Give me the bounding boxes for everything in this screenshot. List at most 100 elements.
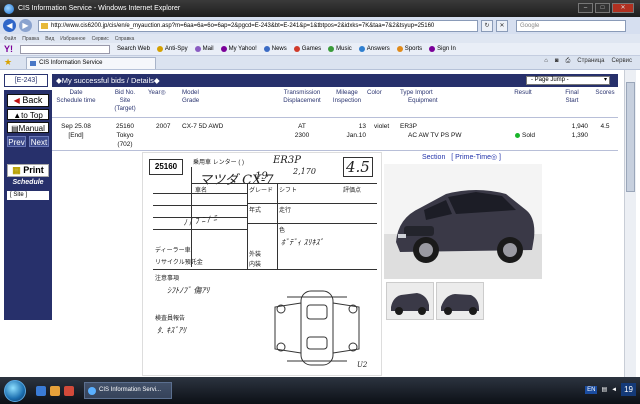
header-transmission: Transmission Displacement bbox=[283, 89, 321, 104]
suv-thumb-icon bbox=[387, 283, 433, 319]
refresh-icon[interactable]: ↻ bbox=[481, 19, 493, 32]
header-model: Model Grade bbox=[182, 89, 200, 104]
back-nav-button[interactable]: ◀ bbox=[3, 19, 16, 32]
tab-cis[interactable]: CIS Information Service bbox=[26, 56, 157, 69]
header-year[interactable]: Year◎ bbox=[148, 89, 178, 97]
clock[interactable]: 19 bbox=[621, 383, 636, 396]
row-type: ER3P AC AW TV PS PW bbox=[400, 123, 462, 139]
forward-nav-button[interactable]: ▶ bbox=[19, 19, 32, 32]
url-input[interactable]: http://www.cis6200.jp/cis/en/e_myauction… bbox=[38, 19, 478, 32]
menu-file[interactable]: Файл bbox=[4, 36, 16, 42]
page-jump-select[interactable]: - Page Jump - ▾ bbox=[526, 76, 610, 85]
page-code: [E-243] bbox=[4, 74, 48, 87]
sheet-rule bbox=[153, 269, 377, 270]
close-button[interactable]: ✕ bbox=[612, 3, 634, 13]
sheet-rule bbox=[247, 223, 377, 224]
prev-button[interactable]: Prev bbox=[7, 136, 26, 147]
row-date: Sep 25.08 [End] bbox=[61, 123, 91, 139]
to-top-button[interactable]: ▲to Top bbox=[7, 109, 49, 120]
suv-thumb-icon bbox=[437, 283, 483, 319]
taskbar-item-ie[interactable]: CIS Information Servi... bbox=[84, 382, 172, 399]
tools-menu[interactable]: Сервис bbox=[611, 58, 632, 65]
page-menu[interactable]: Страница bbox=[577, 58, 604, 65]
section-link[interactable]: Section bbox=[422, 154, 445, 161]
yahoo-logo[interactable]: Y! bbox=[4, 44, 13, 54]
yahoo-search-input[interactable] bbox=[20, 44, 110, 54]
menu-tools[interactable]: Сервис bbox=[92, 36, 109, 42]
system-tray: EN ▤ ◄ 19 bbox=[585, 383, 636, 396]
minimize-button[interactable]: – bbox=[578, 3, 593, 13]
toolbar-sign-in[interactable]: Sign In bbox=[429, 46, 456, 52]
next-button[interactable]: Next bbox=[29, 136, 49, 147]
stop-icon[interactable]: ✕ bbox=[496, 19, 508, 32]
home-icon[interactable]: ⌂ bbox=[544, 58, 548, 65]
prime-time-link[interactable]: [ Prime-Time◎ ] bbox=[451, 154, 501, 161]
sheet-label-interior: 内装 bbox=[249, 262, 262, 268]
menu-view[interactable]: Вид bbox=[45, 36, 54, 42]
menu-edit[interactable]: Правка bbox=[22, 36, 39, 42]
sold-status-icon bbox=[514, 132, 520, 138]
toolbar-my-yahoo[interactable]: My Yahoo! bbox=[220, 46, 257, 52]
menu-favorites[interactable]: Избранное bbox=[60, 36, 85, 42]
car-photo-main[interactable] bbox=[384, 164, 542, 279]
scrollbar-thumb[interactable] bbox=[626, 82, 635, 192]
user-icon bbox=[429, 46, 436, 52]
sheet-handwriting: ﾉ / ﾌ ﾆ / ﾆ bbox=[182, 213, 218, 228]
header-final: Final Start bbox=[565, 89, 579, 104]
favorites-star-icon[interactable]: ★ bbox=[4, 57, 12, 68]
sheet-label-exterior: 外装 bbox=[249, 252, 262, 258]
page-scrollbar[interactable] bbox=[624, 70, 636, 377]
toolbar-sports[interactable]: Sports bbox=[396, 46, 422, 52]
toolbar-anti-spy[interactable]: Anti-Spy bbox=[156, 46, 188, 52]
window-title: CIS Information Service - Windows Intern… bbox=[18, 5, 181, 12]
sheet-rule bbox=[247, 203, 377, 204]
start-button[interactable] bbox=[4, 379, 26, 402]
car-diagram-icon bbox=[274, 290, 360, 366]
sheet-year-hand: 19 bbox=[255, 171, 268, 182]
auction-sheet-image[interactable]: 25160 乗用車 レンター ( ) ER3P マツダ CX-7 19 4.5 … bbox=[142, 152, 382, 376]
header-result: Result bbox=[514, 89, 532, 96]
folder-quicklaunch-icon[interactable] bbox=[50, 385, 60, 396]
header-scores: Scores bbox=[595, 89, 615, 96]
car-thumbnail-rear[interactable] bbox=[436, 282, 484, 320]
sheet-label-year: 年式 bbox=[249, 208, 262, 214]
language-indicator[interactable]: EN bbox=[585, 385, 598, 394]
sheet-model-hand: ER3P bbox=[273, 155, 301, 166]
print-icon[interactable]: ⎙ bbox=[565, 58, 570, 65]
media-quicklaunch-icon[interactable] bbox=[64, 385, 74, 396]
feeds-icon[interactable]: ◙ bbox=[555, 58, 559, 65]
toolbar-games[interactable]: Games bbox=[293, 46, 321, 52]
network-icon[interactable]: ▤ bbox=[601, 386, 607, 393]
schedule-link[interactable]: Schedule bbox=[4, 179, 52, 186]
manual-button[interactable]: ▤Manual bbox=[7, 122, 49, 133]
menu-help[interactable]: Справка bbox=[115, 36, 135, 42]
row-transmission: AT 2300 bbox=[294, 123, 310, 139]
print-button[interactable]: ▦ Print bbox=[7, 164, 49, 177]
status-badge: Sold bbox=[521, 132, 535, 139]
answers-icon bbox=[358, 46, 365, 52]
sheet-rule bbox=[191, 183, 377, 184]
toolbar-search-web[interactable]: Search Web bbox=[117, 46, 150, 52]
ie-quicklaunch-icon[interactable] bbox=[36, 385, 46, 396]
toolbar-music[interactable]: Music bbox=[328, 46, 352, 52]
sheet-label-mileage: 走行 bbox=[279, 208, 292, 214]
sheet-label-shift: シフト bbox=[279, 188, 298, 194]
toolbar-answers[interactable]: Answers bbox=[358, 46, 390, 52]
back-button[interactable]: ◀ Back bbox=[7, 94, 49, 107]
row-result: Sold bbox=[508, 131, 542, 140]
yahoo-toolbar: Y! Search Web Anti-Spy Mail My Yahoo! Ne… bbox=[0, 43, 640, 56]
sheet-mileage-hand: 2,170 bbox=[293, 167, 316, 176]
sheet-score-hand: 4.5 bbox=[343, 157, 373, 177]
sheet-label-color: 色 bbox=[279, 228, 286, 234]
search-input[interactable]: Google bbox=[516, 19, 626, 32]
toolbar-mail[interactable]: Mail bbox=[194, 46, 214, 52]
sheet-label-name: 車名 bbox=[195, 188, 208, 194]
volume-icon[interactable]: ◄ bbox=[611, 387, 617, 393]
shield-icon bbox=[156, 46, 163, 52]
yahoo-icon bbox=[220, 46, 227, 52]
car-thumbnail-front[interactable] bbox=[386, 282, 434, 320]
maximize-button[interactable]: □ bbox=[595, 3, 610, 13]
header-bid-no: Bid No. Site (Target) bbox=[114, 89, 136, 112]
quick-launch bbox=[36, 385, 74, 396]
toolbar-news[interactable]: News bbox=[263, 46, 287, 52]
